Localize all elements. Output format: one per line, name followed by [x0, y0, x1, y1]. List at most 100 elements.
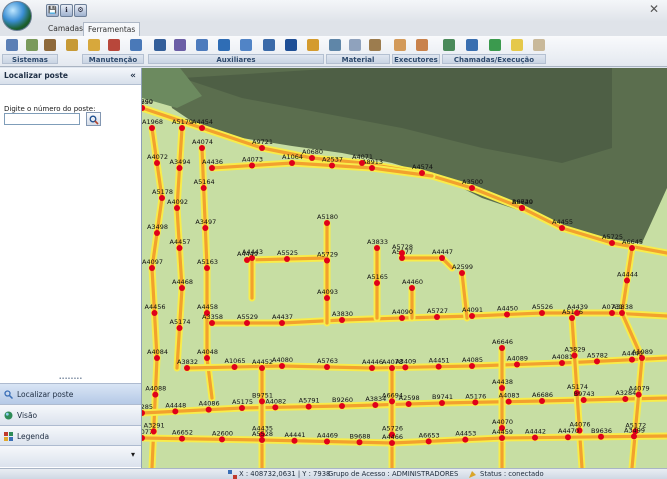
pole-label: A4450	[497, 305, 518, 313]
pole-label: A4436	[202, 158, 223, 166]
tool-icon[interactable]	[26, 39, 38, 51]
pole-label: A4444	[617, 271, 638, 279]
pole-label: A4073	[242, 156, 263, 164]
search-icon	[4, 390, 13, 399]
tool-icon[interactable]	[88, 39, 100, 51]
nav-more-options[interactable]: ▾	[0, 445, 141, 467]
pole-label: A3832	[177, 358, 198, 366]
app-logo-globe-icon[interactable]	[2, 1, 32, 31]
tool-icon[interactable]	[443, 39, 455, 51]
tool-icon[interactable]	[174, 39, 186, 51]
pole-label: A3409	[395, 357, 416, 365]
pole-label: A5727	[427, 307, 448, 315]
pole-label: A3284	[615, 389, 636, 397]
tool-icon[interactable]	[130, 39, 142, 51]
tool-icon[interactable]	[329, 39, 341, 51]
pole-label: A6645	[622, 238, 643, 246]
ribbon-tab-strip: Camadas Ferramentas	[0, 22, 667, 36]
tool-icon[interactable]	[349, 39, 361, 51]
tool-icon[interactable]	[108, 39, 120, 51]
pole-number-input[interactable]	[4, 113, 80, 125]
pole-label: A4574	[412, 163, 433, 171]
collapse-panel-icon[interactable]: «	[130, 68, 136, 84]
pole-label: A5729	[317, 251, 338, 259]
group-executores: Executores	[392, 54, 440, 64]
map-view[interactable]: A5799B9729A4097A4092A5163A8913A4091A4093…	[142, 68, 667, 468]
pole-label: A5529	[237, 313, 258, 321]
pole-label: A4460	[402, 278, 423, 286]
tool-icon[interactable]	[466, 39, 478, 51]
tool-icon[interactable]	[416, 39, 428, 51]
pole-label: A3833	[367, 238, 388, 246]
pole-label: A1064	[282, 153, 303, 161]
pole-label: A4438	[492, 378, 513, 386]
pole-label: A6650	[142, 98, 153, 106]
panel-splitter[interactable]: ••••••••	[0, 377, 141, 382]
pole-label: B9260	[332, 396, 353, 404]
pole-label: A4466	[382, 433, 403, 441]
pole-label: A2537	[322, 156, 343, 164]
pole-label: A3834	[365, 395, 386, 403]
tab-ferramentas[interactable]: Ferramentas	[83, 22, 141, 36]
tool-icon[interactable]	[394, 39, 406, 51]
pole-label: B9743	[574, 390, 595, 398]
ribbon-toolbar: Sistemas Manutenção Auxiliares Material …	[0, 36, 667, 67]
pole-label: A3829	[565, 346, 586, 354]
tool-icon[interactable]	[533, 39, 545, 51]
tool-icon[interactable]	[369, 39, 381, 51]
pole-label: A5782	[587, 351, 608, 359]
chevron-down-icon[interactable]: ▾	[131, 450, 135, 459]
pole-label: A4442	[525, 428, 546, 436]
tool-icon[interactable]	[196, 39, 208, 51]
pole-label: A3499	[624, 426, 645, 434]
pole-label: A4086	[199, 400, 220, 408]
tool-icon[interactable]	[285, 39, 297, 51]
settings-icon[interactable]: ⚙	[74, 4, 87, 17]
pole-label: A4458	[197, 303, 218, 311]
nav-visao[interactable]: Visão	[0, 404, 141, 425]
tool-icon[interactable]	[44, 39, 56, 51]
tool-icon[interactable]	[154, 39, 166, 51]
search-button[interactable]	[86, 112, 101, 126]
nav-localizar-poste[interactable]: Localizar poste	[0, 383, 141, 404]
pole-label: A4084	[147, 348, 168, 356]
tool-icon[interactable]	[66, 39, 78, 51]
pole-label: A4457	[170, 238, 191, 246]
pole-label: A4093	[317, 288, 338, 296]
tool-icon[interactable]	[307, 39, 319, 51]
save-icon[interactable]: 💾	[46, 4, 59, 17]
tab-camadas[interactable]: Camadas	[44, 22, 87, 35]
tool-icon[interactable]	[489, 39, 501, 51]
tool-icon[interactable]	[263, 39, 275, 51]
pole-label: A5179	[172, 118, 193, 126]
left-panel: Localizar poste « Digite o número do pos…	[0, 68, 142, 468]
tool-icon[interactable]	[218, 39, 230, 51]
pole-label: A5726	[382, 425, 403, 433]
pole-label: A4452	[252, 358, 273, 366]
pole-label: B9741	[432, 393, 453, 401]
tool-icon[interactable]	[6, 39, 18, 51]
pole-label: A4454	[192, 118, 213, 126]
pole-label: A4092	[167, 198, 188, 206]
status-bar: X : 408732,0631 | Y : 7938 Grupo de Aces…	[0, 468, 667, 479]
group-chamadas-execucao: Chamadas/Execução	[442, 54, 546, 64]
nav-label: Localizar poste	[17, 390, 74, 399]
tool-icon[interactable]	[240, 39, 252, 51]
pole-label: A4080	[272, 356, 293, 364]
pole-label: A3500	[462, 178, 483, 186]
pole-label: A2600	[212, 429, 233, 437]
pole-label: A5163	[197, 258, 218, 266]
pole-label: A3498	[147, 223, 168, 231]
nav-label: Legenda	[17, 432, 50, 441]
pole-label: A4451	[429, 357, 450, 365]
map-canvas[interactable]: A5799B9729A4097A4092A5163A8913A4091A4093…	[142, 68, 667, 468]
pole-label: A5791	[299, 397, 320, 405]
close-window-button[interactable]: ✕	[649, 2, 659, 16]
pole-label: A4089	[507, 355, 528, 363]
info-icon[interactable]: ℹ	[60, 4, 73, 17]
tool-icon[interactable]	[511, 39, 523, 51]
magnifier-icon	[89, 115, 99, 125]
nav-legenda[interactable]: Legenda	[0, 425, 141, 446]
pole-label: A4083	[499, 392, 520, 400]
title-bar: 💾 ℹ ⚙ ✕	[0, 0, 667, 31]
